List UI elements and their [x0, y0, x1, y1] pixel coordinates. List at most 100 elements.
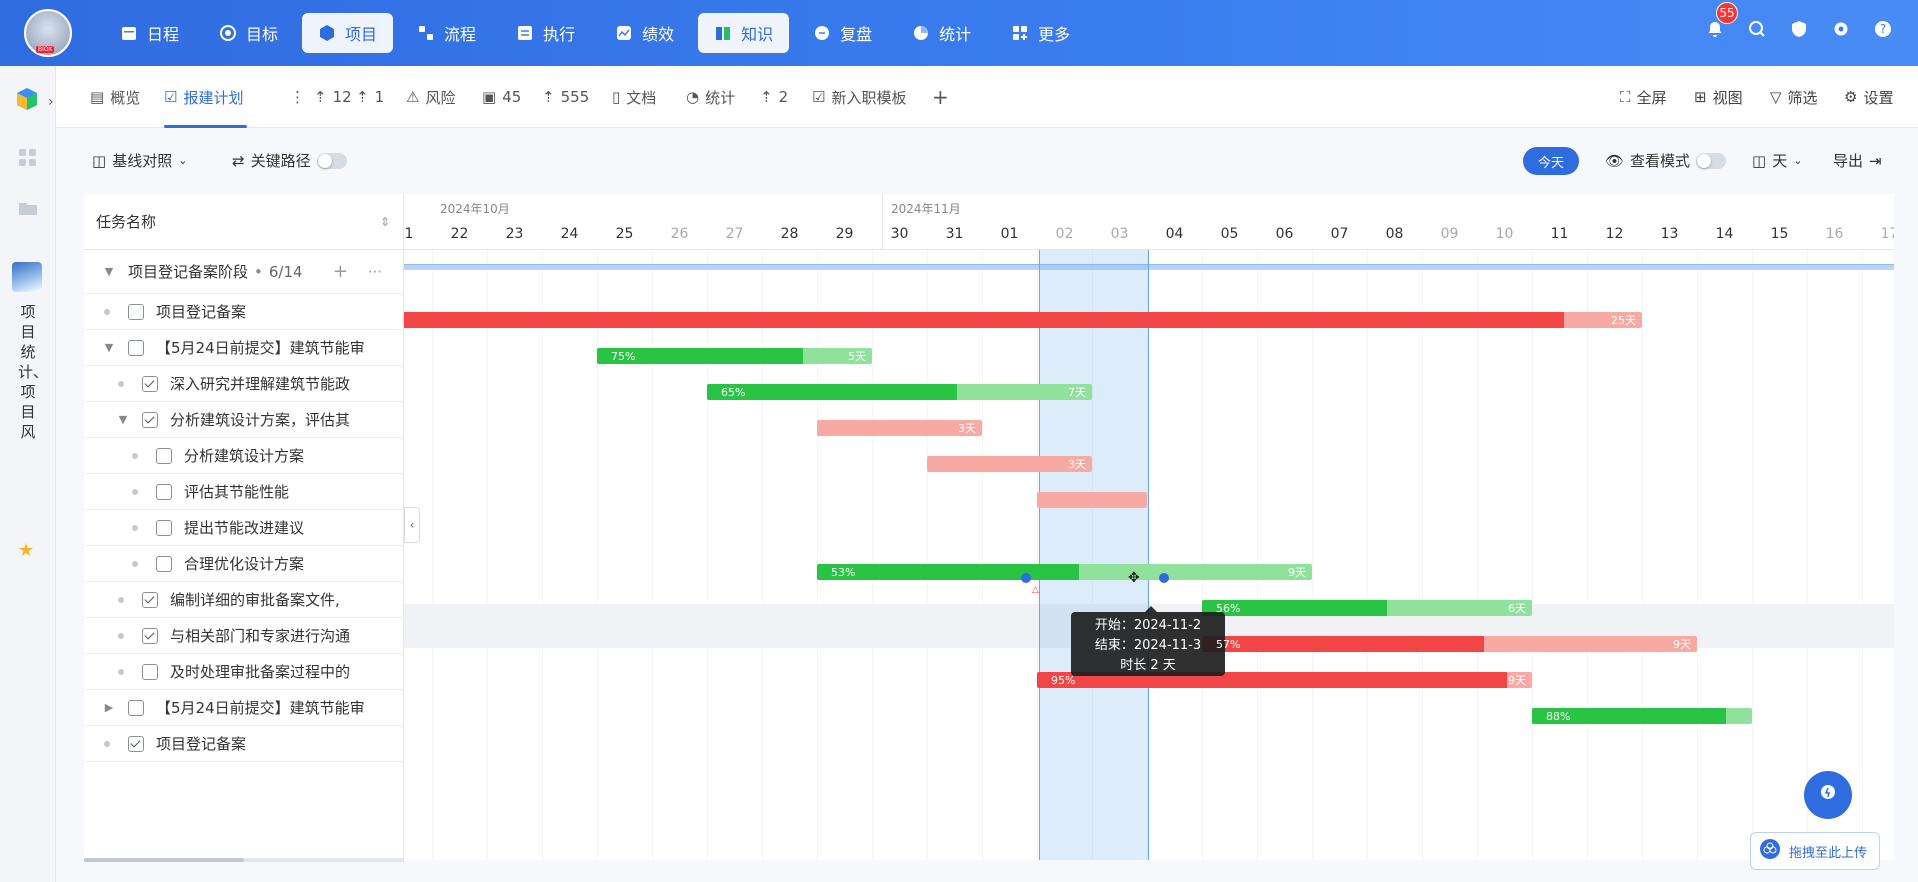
task-row[interactable]: 编制详细的审批备案文件,: [84, 582, 404, 618]
task-checkbox[interactable]: [128, 303, 144, 320]
task-row[interactable]: 评估其节能性能: [84, 474, 404, 510]
shield-icon[interactable]: [1788, 18, 1810, 40]
task-bar[interactable]: 88%: [1532, 708, 1752, 724]
drag-handle-start[interactable]: [1021, 573, 1031, 583]
task-bar[interactable]: 53% 9天: [817, 564, 1312, 580]
view-mode-toggle[interactable]: [1696, 152, 1727, 169]
task-checkbox[interactable]: [142, 411, 158, 428]
task-bar[interactable]: 57% 9天: [1202, 636, 1697, 652]
critical-path-toggle[interactable]: [316, 152, 347, 169]
task-bar[interactable]: 25天: [404, 312, 1642, 328]
task-bar[interactable]: [1037, 492, 1147, 508]
time-scale-dropdown[interactable]: ◫ 天 ⌄: [1752, 150, 1802, 171]
task-checkbox[interactable]: [142, 627, 158, 644]
nav-item-book[interactable]: 知识: [698, 13, 790, 53]
nav-item-checklist[interactable]: 执行: [500, 13, 591, 53]
task-checkbox[interactable]: [156, 483, 172, 500]
tab-construction-plan[interactable]: ☑ 报建计划: [164, 66, 248, 128]
today-button[interactable]: 今天: [1523, 147, 1579, 175]
baseline-compare-dropdown[interactable]: ◫ 基线对照 ⌄: [92, 150, 187, 171]
nav-item-flow[interactable]: 流程: [401, 13, 492, 53]
task-checkbox[interactable]: [128, 699, 144, 716]
gear-icon[interactable]: [1830, 18, 1852, 40]
phase-summary-bar[interactable]: [404, 264, 1894, 270]
plus-icon[interactable]: +: [333, 261, 348, 282]
caret-down-icon[interactable]: ▼: [118, 413, 128, 426]
caret-right-icon[interactable]: ▶: [104, 701, 114, 714]
tab-more-options[interactable]: ⋮: [290, 66, 305, 128]
project-thumbnail[interactable]: [12, 262, 42, 292]
folder-icon[interactable]: [18, 198, 40, 220]
tab-2[interactable]: ⇡ 2: [760, 66, 788, 128]
fullscreen-button[interactable]: ⛶ 全屏: [1620, 66, 1667, 128]
filter-button[interactable]: ▽ 筛选: [1770, 66, 1818, 128]
assistant-fab-button[interactable]: [1804, 771, 1852, 819]
task-checkbox[interactable]: [156, 519, 172, 536]
task-row[interactable]: 项目登记备案: [84, 726, 404, 762]
phase-row[interactable]: ▼ 项目登记备案阶段 • 6/14 + ···: [84, 250, 404, 294]
task-bar[interactable]: 65% 7天: [707, 384, 1092, 400]
sort-icon[interactable]: ⇕: [380, 215, 390, 229]
project-name[interactable]: 项目统计、项目风: [18, 302, 48, 442]
tab-documents[interactable]: ▯ 文档: [612, 66, 656, 128]
task-checkbox[interactable]: [142, 591, 158, 608]
nav-item-target[interactable]: 目标: [203, 13, 294, 53]
task-row[interactable]: 与相关部门和专家进行沟通: [84, 618, 404, 654]
task-checkbox[interactable]: [156, 447, 172, 464]
task-row[interactable]: ▼ 分析建筑设计方案，评估其: [84, 402, 404, 438]
day-label: 06: [1275, 226, 1294, 242]
task-bar[interactable]: 56% 6天: [1202, 600, 1532, 616]
collapse-panel-button[interactable]: ‹: [404, 507, 420, 543]
task-bar[interactable]: 3天: [927, 456, 1092, 472]
settings-button[interactable]: ⚙ 设置: [1844, 66, 1893, 128]
task-row[interactable]: 深入研究并理解建筑节能政: [84, 366, 404, 402]
drag-handle-end[interactable]: [1159, 573, 1169, 583]
task-row[interactable]: 及时处理审批备案过程中的: [84, 654, 404, 690]
nav-item-cube[interactable]: 项目: [302, 13, 394, 53]
add-tab-button[interactable]: +: [932, 66, 949, 128]
export-button[interactable]: 导出 ⇥: [1833, 150, 1882, 171]
task-checkbox[interactable]: [128, 339, 144, 356]
view-button[interactable]: ⊞ 视图: [1694, 66, 1743, 128]
tab-45[interactable]: ▣ 45: [482, 66, 521, 128]
bell-icon[interactable]: 55: [1704, 2, 1738, 40]
task-checkbox[interactable]: [142, 663, 158, 680]
app-logo[interactable]: BIOX: [24, 9, 72, 57]
progress-fill: [817, 564, 1080, 580]
more-horizontal-icon[interactable]: ···: [368, 263, 382, 281]
nav-item-calendar[interactable]: 日程: [104, 13, 195, 53]
nav-item-chart[interactable]: 绩效: [599, 13, 690, 53]
tab-statistics[interactable]: ◔ 统计: [686, 66, 735, 128]
task-bar[interactable]: 3天: [817, 420, 982, 436]
task-checkbox[interactable]: [128, 735, 144, 752]
task-row[interactable]: ▶ 【5月24日前提交】建筑节能审: [84, 690, 404, 726]
tab-1[interactable]: ⇡ 1: [356, 66, 384, 128]
nav-item-grid-plus[interactable]: 更多: [995, 13, 1086, 53]
drag-upload-area[interactable]: 拖拽至此上传: [1750, 832, 1880, 870]
star-icon[interactable]: ★: [18, 540, 34, 561]
tab-risk[interactable]: ⚠ 风险: [406, 66, 455, 128]
task-row[interactable]: 分析建筑设计方案: [84, 438, 404, 474]
task-checkbox[interactable]: [142, 375, 158, 392]
tab-overview[interactable]: ▤ 概览: [90, 66, 140, 128]
apps-icon[interactable]: [18, 148, 40, 170]
nav-item-pie[interactable]: 统计: [896, 13, 987, 53]
search-icon[interactable]: [1746, 18, 1768, 40]
task-row[interactable]: 提出节能改进建议: [84, 510, 404, 546]
caret-down-icon[interactable]: ▼: [104, 265, 114, 278]
chevron-right-icon[interactable]: ›: [48, 94, 54, 110]
task-bar[interactable]: 75% 5天: [597, 348, 872, 364]
nav-item-review[interactable]: 复盘: [797, 13, 888, 53]
task-checkbox[interactable]: [156, 555, 172, 572]
caret-down-icon[interactable]: ▼: [104, 341, 114, 354]
grid-line: [1422, 250, 1423, 860]
tab-555[interactable]: ⇡ 555: [542, 66, 589, 128]
task-row[interactable]: 项目登记备案: [84, 294, 404, 330]
task-row[interactable]: ▼ 【5月24日前提交】建筑节能审: [84, 330, 404, 366]
help-icon[interactable]: ?: [1872, 18, 1894, 40]
task-row[interactable]: 合理优化设计方案: [84, 546, 404, 582]
horizontal-scrollbar[interactable]: [84, 858, 404, 862]
tab-onboarding-template[interactable]: ☑ 新入职模板: [812, 66, 906, 128]
tab-12[interactable]: ⇡ 12: [314, 66, 352, 128]
cube-icon[interactable]: [14, 86, 40, 116]
